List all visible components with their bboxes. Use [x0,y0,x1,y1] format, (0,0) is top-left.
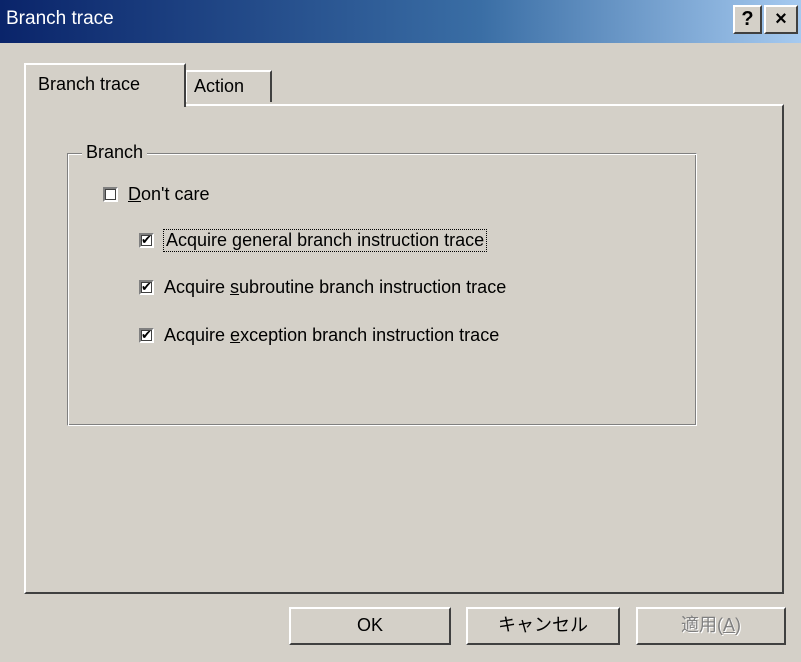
checkbox-label: Acquire exception branch instruction tra… [164,325,500,345]
checkbox-label: Acquire subroutine branch instruction tr… [164,277,507,297]
help-button[interactable]: ? [733,5,762,34]
cancel-button[interactable]: キャンセル [466,607,620,645]
help-icon: ? [741,8,754,30]
title-bar: Branch trace ? × [0,0,801,43]
tab-label: Action [194,76,245,96]
checkbox-box[interactable]: ✔ [139,233,154,248]
acquire-subroutine-branch-checkbox[interactable]: ✔ Acquire subroutine branch instruction … [139,277,506,298]
checkbox-box[interactable]: ✔ [139,280,154,295]
close-icon: × [775,8,787,30]
acquire-exception-branch-checkbox[interactable]: ✔ Acquire exception branch instruction t… [139,325,499,346]
checkbox-box[interactable]: ✔ [139,328,154,343]
window-title: Branch trace [6,8,114,29]
tab-label: Branch trace [38,74,141,94]
checkbox-box[interactable] [103,187,118,202]
groupbox-label: Branch [82,142,148,163]
ok-button[interactable]: OK [289,607,451,645]
apply-button[interactable]: 適用(A) [636,607,786,645]
dont-care-checkbox[interactable]: Don't care [103,184,209,205]
close-button[interactable]: × [764,5,798,34]
checkbox-label: Don't care [128,184,210,204]
acquire-general-branch-checkbox[interactable]: ✔ Acquire general branch instruction tra… [139,229,488,252]
checkbox-label: Acquire general branch instruction trace [162,229,488,252]
tab-branch-trace[interactable]: Branch trace [24,63,186,107]
tab-action[interactable]: Action [185,70,272,102]
